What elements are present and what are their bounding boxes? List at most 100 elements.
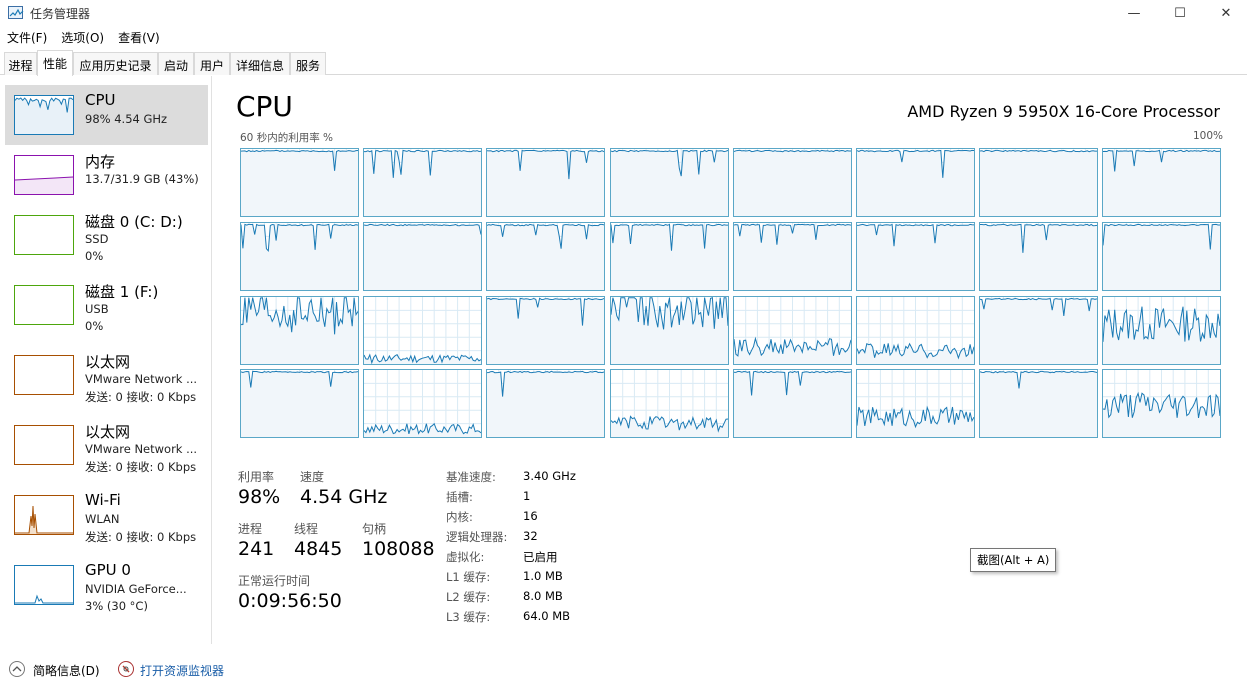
tab-processes[interactable]: 进程: [4, 52, 37, 75]
sidebar-item-disk-0[interactable]: 磁盘 0 (C: D:) SSD 0%: [5, 205, 208, 265]
core-graph: [609, 221, 729, 291]
sidebar-item-memory[interactable]: 内存 13.7/31.9 GB (43%): [5, 145, 208, 205]
minimize-button[interactable]: —: [1111, 0, 1157, 26]
core-graph: [363, 295, 483, 365]
window-title: 任务管理器: [30, 7, 91, 21]
menu-view[interactable]: 查看(V): [111, 27, 167, 47]
sidebar-item-title: CPU: [85, 91, 116, 109]
sockets-value: 1: [523, 489, 531, 503]
fewer-details-button[interactable]: 简略信息(D): [33, 662, 100, 679]
core-graph: [1102, 369, 1222, 439]
core-graph: [856, 295, 975, 365]
menu-file[interactable]: 文件(F): [0, 27, 54, 47]
sidebar-item-title: 内存: [85, 153, 116, 171]
tab-strip: 进程 性能 应用历史记录 启动 用户 详细信息 服务: [0, 50, 1247, 76]
core-graph: [240, 221, 359, 291]
sidebar-item-gpu-0[interactable]: GPU 0 NVIDIA GeForce... 3% (30 °C): [5, 555, 208, 615]
l2-cache-label: L2 缓存:: [446, 590, 491, 604]
threads-value: 4845: [294, 538, 343, 560]
l2-cache-value: 8.0 MB: [523, 589, 563, 603]
core-graph: [363, 221, 483, 291]
core-graph: [1102, 295, 1222, 365]
core-graph: [732, 148, 852, 217]
chevron-up-icon[interactable]: [9, 661, 25, 677]
l1-cache-label: L1 缓存:: [446, 570, 491, 584]
utilization-caption: 60 秒内的利用率 %: [240, 132, 334, 144]
l3-cache-value: 64.0 MB: [523, 609, 571, 623]
speed-label: 速度: [300, 470, 325, 484]
page-title: CPU: [236, 90, 293, 123]
resource-sidebar: CPU 98% 4.54 GHz 内存 13.7/31.9 GB (43%) 磁…: [0, 76, 212, 644]
core-graph: [979, 295, 1099, 365]
core-graph: [1102, 221, 1222, 291]
core-graph: [240, 295, 359, 365]
core-graph: [486, 148, 606, 217]
tab-users[interactable]: 用户: [194, 52, 230, 75]
disk1-thumbnail-graph: [14, 285, 74, 325]
maximize-button[interactable]: ☐: [1157, 0, 1203, 26]
sidebar-item-wifi[interactable]: Wi-Fi WLAN 发送: 0 接收: 0 Kbps: [5, 485, 208, 545]
core-graph: [486, 295, 606, 365]
l3-cache-label: L3 缓存:: [446, 610, 491, 624]
sidebar-item-subtitle: SSD: [85, 232, 109, 246]
footer-bar: 简略信息(D) 打开资源监视器: [0, 657, 1247, 680]
processor-name: AMD Ryzen 9 5950X 16-Core Processor: [907, 102, 1220, 121]
sidebar-item-title: 磁盘 0 (C: D:): [85, 213, 183, 231]
speed-value: 4.54 GHz: [300, 486, 388, 508]
menu-bar: 文件(F) 选项(O) 查看(V): [0, 27, 167, 47]
handles-label: 句柄: [362, 522, 387, 536]
sidebar-item-ethernet-2[interactable]: 以太网 VMware Network ... 发送: 0 接收: 0 Kbps: [5, 415, 208, 475]
sidebar-item-detail: 发送: 0 接收: 0 Kbps: [85, 460, 197, 474]
sidebar-item-title: 以太网: [85, 423, 131, 441]
menu-options[interactable]: 选项(O): [54, 27, 111, 47]
sidebar-item-ethernet-1[interactable]: 以太网 VMware Network ... 发送: 0 接收: 0 Kbps: [5, 345, 208, 405]
screenshot-tooltip: 截图(Alt + A): [970, 548, 1057, 572]
core-graph: [856, 369, 975, 439]
virtualization-label: 虚拟化:: [446, 550, 485, 564]
tab-performance[interactable]: 性能: [37, 50, 73, 76]
cpu-thumbnail-graph: [14, 95, 74, 135]
sidebar-item-subtitle: 13.7/31.9 GB (43%): [85, 172, 199, 186]
task-manager-icon: [8, 6, 24, 19]
core-graph: [856, 221, 975, 291]
sidebar-item-detail: 0%: [85, 249, 104, 263]
uptime-value: 0:09:56:50: [238, 590, 342, 612]
tab-app-history[interactable]: 应用历史记录: [73, 52, 158, 75]
ethernet2-thumbnail-graph: [14, 425, 74, 465]
memory-thumbnail-graph: [14, 155, 74, 195]
core-graph: [609, 295, 729, 365]
ethernet1-thumbnail-graph: [14, 355, 74, 395]
core-graph: [979, 369, 1099, 439]
close-button[interactable]: ✕: [1203, 0, 1247, 26]
core-graph: [732, 295, 852, 365]
sidebar-item-cpu[interactable]: CPU 98% 4.54 GHz: [5, 85, 208, 145]
open-resource-monitor-link[interactable]: 打开资源监视器: [140, 662, 224, 679]
core-graph: [363, 148, 483, 217]
core-graph: [732, 221, 852, 291]
wifi-thumbnail-graph: [14, 495, 74, 535]
tab-services[interactable]: 服务: [290, 52, 326, 75]
processes-label: 进程: [238, 522, 263, 536]
core-graph: [979, 148, 1099, 217]
tab-startup[interactable]: 启动: [158, 52, 194, 75]
sidebar-item-title: 磁盘 1 (F:): [85, 283, 159, 301]
uptime-label: 正常运行时间: [238, 574, 311, 588]
tab-details[interactable]: 详细信息: [230, 52, 290, 75]
sidebar-item-subtitle: USB: [85, 302, 109, 316]
title-bar: 任务管理器 — ☐ ✕: [0, 0, 1247, 26]
utilization-value: 98%: [238, 486, 281, 508]
cores-value: 16: [523, 509, 538, 523]
base-speed-value: 3.40 GHz: [523, 469, 576, 483]
core-graph: [609, 369, 729, 439]
resource-monitor-icon[interactable]: [118, 661, 134, 677]
core-graph: [486, 221, 606, 291]
l1-cache-value: 1.0 MB: [523, 569, 563, 583]
sidebar-item-subtitle: VMware Network ...: [85, 372, 198, 386]
sidebar-item-disk-1[interactable]: 磁盘 1 (F:) USB 0%: [5, 275, 208, 335]
sidebar-item-title: 以太网: [85, 353, 131, 371]
sidebar-item-subtitle: WLAN: [85, 512, 120, 526]
base-speed-label: 基准速度:: [446, 470, 496, 484]
sidebar-item-subtitle: 98% 4.54 GHz: [85, 112, 168, 126]
core-graph: [979, 221, 1099, 291]
cpu-detail-panel: CPU AMD Ryzen 9 5950X 16-Core Processor …: [213, 76, 1247, 644]
